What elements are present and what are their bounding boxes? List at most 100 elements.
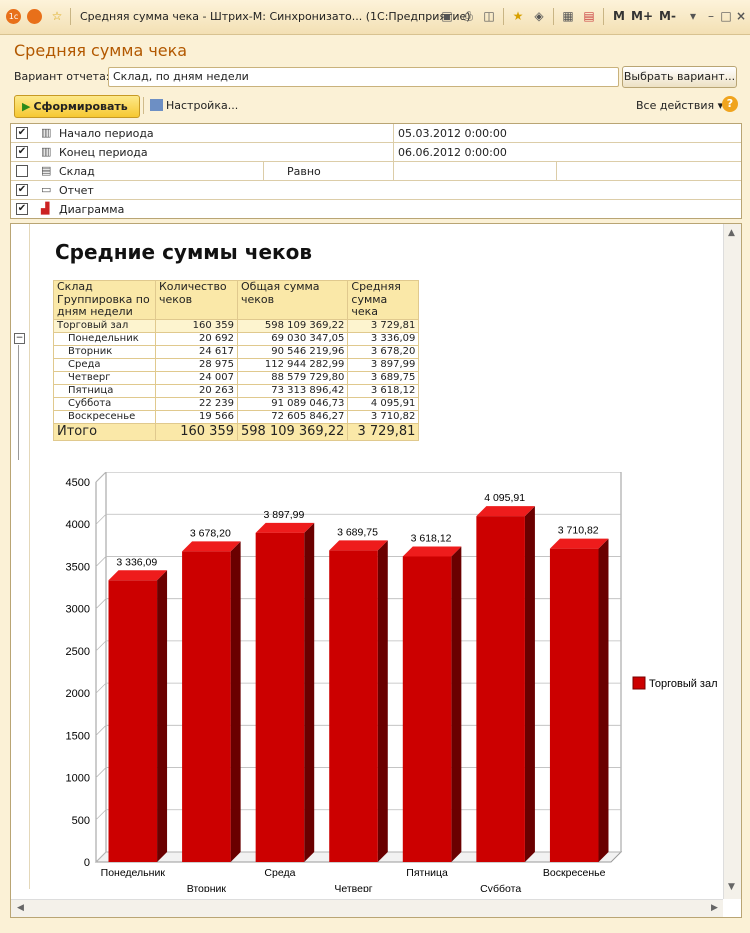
setting-value[interactable]: 05.03.2012 0:00:00 [398,127,507,140]
gridline-side [95,640,107,652]
separator [143,97,144,114]
settings-table: ✔ ▥ Начало периода 05.03.2012 0:00:00 ✔ … [10,123,742,219]
x-tick-label: Воскресенье [543,867,606,879]
chart-icon: ▟ [41,202,50,215]
report-area[interactable]: − ▲ ▼ ◀ ▶ Средние суммы чеков Склад Групп… [10,223,742,918]
header-warehouse: Склад Группировка по дням недели [53,280,156,320]
gridline-side [95,598,107,609]
x-tick-label: Суббота [480,883,521,892]
bar-side [304,522,315,862]
horizontal-scrollbar[interactable]: ◀ ▶ [11,899,723,917]
table-row: Суббота 22 239 91 089 046,73 4 095,91 [53,396,420,411]
y-tick-label: 2000 [66,688,90,700]
memory-m-minus-button[interactable]: M- [659,9,676,23]
memory-m-button[interactable]: M [613,9,625,23]
data-label: 3 336,09 [116,556,157,568]
x-tick-label: Понедельник [101,867,166,879]
bar-side [377,540,388,862]
scroll-down-icon[interactable]: ▼ [728,882,735,892]
bar-top [108,570,168,581]
variant-label: Вариант отчета: [14,70,110,83]
collapse-group-button[interactable]: − [14,333,25,344]
y-tick-label: 1500 [66,730,90,742]
table-row: Понедельник 20 692 69 030 347,05 3 336,09 [53,331,420,346]
y-tick-label: 500 [72,815,90,827]
generate-label: Сформировать [33,100,128,113]
checkbox[interactable]: ✔ [16,203,28,215]
y-tick-label: 4500 [66,477,90,489]
table-row: Четверг 24 007 88 579 729,80 3 689,75 [53,370,420,385]
scroll-up-icon[interactable]: ▲ [728,228,735,238]
legend-label: Торговый зал [649,678,718,690]
maximize-icon[interactable]: □ [719,9,733,23]
group-row: Торговый зал 160 359 598 109 369,22 3 729,8… [53,318,420,333]
bar-side [598,538,609,862]
y-tick-label: 0 [84,857,90,869]
bar-chart: 0 500 1000 1500 2000 2500 3000 3500 4000 4500 3 33… [66,472,718,892]
separator [70,8,71,25]
preview-icon[interactable]: ◫ [482,9,496,23]
table-row: Вторник 24 617 90 546 219,96 3 678,20 [53,344,420,359]
bar [108,580,158,862]
y-tick-label: 1000 [66,773,90,785]
vertical-scrollbar[interactable]: ▲ ▼ [723,224,741,899]
settings-row: ✔ ▟ Диаграмма [11,200,741,218]
add-favorite-icon[interactable]: ★ [511,9,525,23]
all-actions-label: Все действия [636,99,715,112]
generate-button[interactable]: ▶ Сформировать [14,95,140,118]
favorites-list-icon[interactable]: ◈ [532,9,546,23]
app-logo-icon[interactable]: 1c [6,9,21,24]
y-tick-label: 3500 [66,561,90,573]
settings-button[interactable]: Настройка... [150,99,238,112]
variant-field[interactable]: Склад, по дням недели [108,67,619,87]
data-label: 3 618,12 [411,532,452,544]
gridline-side [95,767,107,778]
minimize-icon[interactable]: – [704,9,718,23]
close-icon[interactable]: × [734,9,748,23]
gridline-side [95,472,107,483]
memory-m-plus-button[interactable]: M+ [631,9,653,23]
select-variant-button[interactable]: Выбрать вариант... [622,66,737,88]
bar [329,550,378,862]
column-divider [393,162,394,180]
calendar-icon: ▥ [41,126,52,139]
menu-arrow-icon[interactable] [27,9,42,24]
bar-top [549,538,609,549]
window-titlebar: 1c ☆ Средняя сумма чека - Штрих-М: Синхр… [0,0,750,35]
header-count: Количество чеков [155,280,238,320]
legend-swatch [632,676,646,690]
settings-row: ✔ ▥ Начало периода 05.03.2012 0:00:00 [11,124,741,143]
setting-name: Диаграмма [59,203,125,216]
calendar-icon[interactable]: ▤ [582,9,596,23]
bar [476,516,525,862]
table-header-row: Склад Группировка по дням недели Количеств… [53,280,420,320]
bar-top [476,506,535,517]
separator [503,8,504,25]
column-divider [556,162,557,180]
bar [402,556,452,862]
calculator-icon[interactable]: ▦ [561,9,575,23]
help-button[interactable]: ? [722,96,738,112]
y-tick-label: 4000 [66,519,90,531]
table-row: Пятница 20 263 73 313 896,42 3 618,12 [53,383,420,398]
setting-condition[interactable]: Равно [287,165,321,178]
setting-value[interactable]: 06.06.2012 0:00:00 [398,146,507,159]
bar-side [230,541,241,862]
scroll-right-icon[interactable]: ▶ [711,903,718,913]
checkbox[interactable]: ✔ [16,184,28,196]
checkbox[interactable]: ✔ [16,127,28,139]
save-icon[interactable]: ▣ [440,9,454,23]
print-icon[interactable]: ⎙ [461,9,475,23]
checkbox[interactable]: ✔ [16,146,28,158]
favorites-star-icon[interactable]: ☆ [50,9,64,23]
table-row: Среда 28 975 112 944 282,99 3 897,99 [53,357,420,372]
table-row: Воскресенье 19 566 72 605 846,27 3 710,82 [53,409,420,424]
grouping-gutter: − [11,224,30,889]
chevron-down-icon[interactable]: ▾ [686,9,700,23]
all-actions-menu[interactable]: Все действия ▾ [636,99,723,112]
column-divider [393,143,394,161]
scroll-left-icon[interactable]: ◀ [17,903,24,913]
warehouse-icon: ▤ [41,164,52,177]
total-row: Итого 160 359 598 109 369,22 3 729,81 [53,422,420,441]
checkbox[interactable] [16,165,28,177]
